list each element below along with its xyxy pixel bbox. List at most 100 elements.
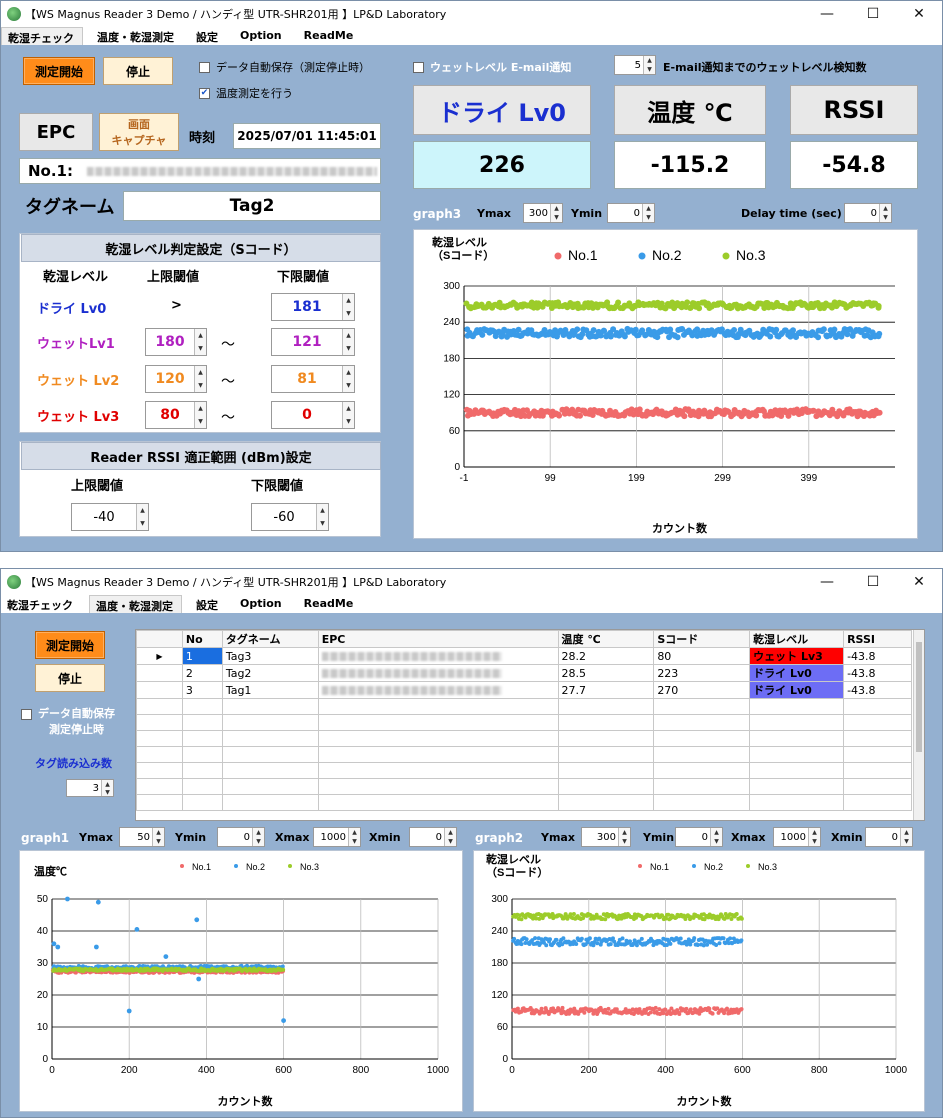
table-header-temp[interactable]: 温度 ℃ xyxy=(557,630,655,648)
start-button[interactable]: 測定開始 xyxy=(23,57,95,85)
rssi-lower-spinner[interactable]: -60 ▲ ▼ xyxy=(251,503,329,531)
row-selector-cell xyxy=(136,664,183,682)
level-lower-spinner-1[interactable]: 121 ▲ ▼ xyxy=(271,328,355,356)
graph1-xmin-spinner[interactable]: 0 ▲ ▼ xyxy=(409,827,457,847)
level-lower-spinner-3[interactable]: 0 ▲ ▼ xyxy=(271,401,355,429)
maximize-button[interactable]: ☐ xyxy=(850,6,896,22)
table-header-epc[interactable]: EPC xyxy=(317,630,559,648)
spinner-arrows-icon[interactable]: ▲ ▼ xyxy=(316,504,328,530)
menu-settings[interactable]: 設定 xyxy=(190,595,226,613)
close-button[interactable]: ✕ xyxy=(896,574,942,590)
level-lower-spinner-0[interactable]: 181 ▲ ▼ xyxy=(271,293,355,321)
spinner-arrows-icon[interactable]: ▲ ▼ xyxy=(136,504,148,530)
scrollbar-thumb[interactable] xyxy=(916,642,922,752)
table-row[interactable] xyxy=(136,778,912,795)
stop-button[interactable]: 停止 xyxy=(103,57,173,85)
table-row[interactable] xyxy=(136,746,912,763)
level-upper-spinner-2[interactable]: 120 ▲ ▼ xyxy=(145,365,207,393)
start-button[interactable]: 測定開始 xyxy=(35,631,105,659)
spinner-arrows-icon[interactable]: ▲ ▼ xyxy=(348,828,360,846)
table-row[interactable] xyxy=(136,794,912,811)
rssi-upper-spinner[interactable]: -40 ▲ ▼ xyxy=(71,503,149,531)
epc-button[interactable]: EPC xyxy=(19,113,93,151)
spinner-arrows-icon[interactable]: ▲ ▼ xyxy=(643,56,655,74)
graph1-ymin-spinner[interactable]: 0 ▲ ▼ xyxy=(217,827,265,847)
spinner-arrows-icon[interactable]: ▲ ▼ xyxy=(194,366,206,392)
temp-measure-checkbox[interactable]: ✔ 温度測定を行う xyxy=(199,85,293,101)
close-button[interactable]: ✕ xyxy=(896,6,942,22)
menu-option[interactable]: Option xyxy=(234,27,290,45)
level-upper-spinner-1[interactable]: 180 ▲ ▼ xyxy=(145,328,207,356)
empty-cell xyxy=(136,714,183,731)
tag-count-spinner[interactable]: 3 ▲ ▼ xyxy=(66,779,114,797)
graph3-ymin-spinner[interactable]: 0 ▲ ▼ xyxy=(607,203,655,223)
auto-save-checkbox[interactable]: データ自動保存（測定停止時） xyxy=(199,59,370,75)
spinner-arrows-icon[interactable]: ▲ ▼ xyxy=(194,329,206,355)
y-axis-label: （Sコード） xyxy=(432,249,494,262)
spinner-arrows-icon[interactable]: ▲ ▼ xyxy=(618,828,630,846)
graph2-xmax-spinner[interactable]: 1000 ▲ ▼ xyxy=(773,827,821,847)
spinner-arrows-icon[interactable]: ▲ ▼ xyxy=(342,329,354,355)
capture-button[interactable]: 画面 キャプチャ xyxy=(99,113,179,151)
spinner-arrows-icon[interactable]: ▲ ▼ xyxy=(342,366,354,392)
email-count-spinner[interactable]: 5 ▲ ▼ xyxy=(614,55,656,75)
delay-spinner[interactable]: 0 ▲ ▼ xyxy=(844,203,892,223)
spinner-arrows-icon[interactable]: ▲ ▼ xyxy=(444,828,456,846)
data-point xyxy=(739,1007,744,1012)
graph2-xmin-spinner[interactable]: 0 ▲ ▼ xyxy=(865,827,913,847)
table-row[interactable] xyxy=(136,762,912,779)
level-lower-spinner-2[interactable]: 81 ▲ ▼ xyxy=(271,365,355,393)
menu-temp-dry[interactable]: 温度・乾湿測定 xyxy=(89,595,182,613)
cell-scode: 223 xyxy=(653,664,751,682)
menu-dry-check[interactable]: 乾湿チェック xyxy=(1,27,83,45)
table-header-level[interactable]: 乾湿レベル xyxy=(749,630,845,648)
table-header-tag[interactable]: タグネーム xyxy=(221,630,319,648)
spinner-arrows-icon[interactable]: ▲ ▼ xyxy=(808,828,820,846)
spinner-arrows-icon[interactable]: ▲ ▼ xyxy=(252,828,264,846)
spinner-arrows-icon[interactable]: ▲ ▼ xyxy=(342,402,354,428)
graph3-ymax-spinner[interactable]: 300 ▲ ▼ xyxy=(523,203,563,223)
table-row[interactable]: ▶ 1 Tag3 28.2 80 ウェット Lv3 -43.8 xyxy=(136,647,912,665)
menu-dry-check[interactable]: 乾湿チェック xyxy=(1,595,81,613)
window-title: 【WS Magnus Reader 3 Demo / ハンディ型 UTR-SHR… xyxy=(25,8,447,21)
stop-button[interactable]: 停止 xyxy=(35,664,105,692)
graph1-chart: 温度℃ No.1 No.2 No.3 0 10 20 30 40 50 0 200 400 600 800 1… xyxy=(34,862,450,1108)
empty-cell xyxy=(843,730,912,747)
spinner-arrows-icon[interactable]: ▲ ▼ xyxy=(194,402,206,428)
minimize-button[interactable]: — xyxy=(804,6,850,22)
table-row[interactable] xyxy=(136,730,912,747)
table-header-scode[interactable]: Sコード xyxy=(653,630,751,648)
menu-option[interactable]: Option xyxy=(234,595,290,613)
spinner-arrows-icon[interactable]: ▲ ▼ xyxy=(550,204,562,222)
spinner-arrows-icon[interactable]: ▲ ▼ xyxy=(710,828,722,846)
level-upper-spinner-3[interactable]: 80 ▲ ▼ xyxy=(145,401,207,429)
minimize-button[interactable]: — xyxy=(804,574,850,590)
menu-temp-dry[interactable]: 温度・乾湿測定 xyxy=(91,27,182,45)
cell-tag: Tag3 xyxy=(221,647,319,665)
table-row[interactable]: 2 Tag2 28.5 223 ドライ Lv0 -43.8 xyxy=(136,664,912,682)
graph1-ymax-spinner[interactable]: 50 ▲ ▼ xyxy=(119,827,165,847)
auto-save-checkbox[interactable]: データ自動保存 測定停止時 xyxy=(21,705,115,737)
table-row[interactable] xyxy=(136,698,912,715)
table-header-no[interactable]: No xyxy=(181,630,223,648)
graph1-xmax-spinner[interactable]: 1000 ▲ ▼ xyxy=(313,827,361,847)
spinner-arrows-icon[interactable]: ▲ ▼ xyxy=(101,780,113,796)
graph2-ymin-spinner[interactable]: 0 ▲ ▼ xyxy=(675,827,723,847)
table-header-rssi[interactable]: RSSI xyxy=(843,630,912,648)
table-row[interactable] xyxy=(136,714,912,731)
menu-readme[interactable]: ReadMe xyxy=(298,27,362,45)
wet-email-checkbox[interactable]: ウェットレベル E-mail通知 xyxy=(413,59,571,75)
maximize-button[interactable]: ☐ xyxy=(850,574,896,590)
spinner-arrows-icon[interactable]: ▲ ▼ xyxy=(879,204,891,222)
spinner-arrows-icon[interactable]: ▲ ▼ xyxy=(152,828,164,846)
table-scrollbar[interactable] xyxy=(913,630,924,820)
spinner-arrows-icon[interactable]: ▲ ▼ xyxy=(642,204,654,222)
graph2-ymax-spinner[interactable]: 300 ▲ ▼ xyxy=(581,827,631,847)
menu-readme[interactable]: ReadMe xyxy=(298,595,362,613)
spinner-arrows-icon[interactable]: ▲ ▼ xyxy=(900,828,912,846)
table-row[interactable]: 3 Tag1 27.7 270 ドライ Lv0 -43.8 xyxy=(136,681,912,699)
menu-settings[interactable]: 設定 xyxy=(190,27,226,45)
spinner-arrows-icon[interactable]: ▲ ▼ xyxy=(342,294,354,320)
checkmark-icon: ✔ xyxy=(199,87,210,99)
time-label: 時刻 xyxy=(189,131,216,146)
